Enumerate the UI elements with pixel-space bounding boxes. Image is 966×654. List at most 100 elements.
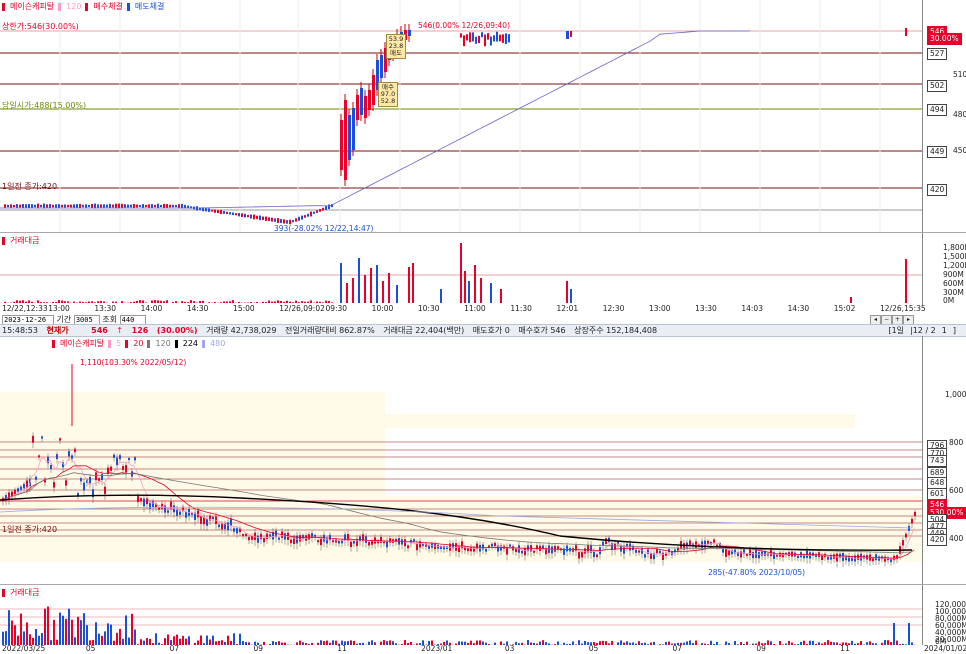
volume-bar: [163, 301, 165, 303]
candle: [227, 522, 229, 531]
volume-bar: [289, 301, 291, 303]
time-tick-label: 15:00: [233, 304, 255, 313]
candle: [761, 551, 763, 556]
volume-bar: [358, 258, 360, 303]
candle: [32, 435, 34, 443]
volume-bar: [85, 302, 87, 303]
volume-bar: [271, 301, 273, 303]
candle: [566, 31, 569, 39]
legend-swatch: [58, 2, 62, 11]
candle: [178, 204, 180, 208]
volume-bar: [58, 300, 60, 303]
candle: [274, 218, 276, 222]
candle: [491, 543, 493, 547]
candle: [109, 203, 111, 209]
candle: [359, 536, 361, 542]
daily-volume-panel[interactable]: 거래대금: [0, 584, 922, 645]
candle: [521, 550, 523, 554]
candle: [175, 204, 177, 208]
candle: [34, 204, 36, 208]
volume-bar: [160, 300, 162, 303]
candle: [284, 533, 286, 540]
daily-volume-legend: 거래대금: [2, 587, 39, 598]
candle: [566, 545, 568, 552]
candle: [725, 549, 727, 557]
candle: [266, 533, 268, 540]
candle: [551, 546, 553, 554]
legend-label: 메이슨캐피탈: [60, 339, 105, 348]
candle: [290, 539, 292, 544]
vol-axis-label: 600M: [943, 279, 964, 288]
volume-bar: [370, 268, 372, 303]
candle: [73, 204, 75, 208]
date-input[interactable]: [2, 314, 54, 325]
candle: [163, 203, 165, 209]
axis-label-480: 480: [953, 110, 966, 119]
candle: [104, 486, 106, 495]
volume-bar: [307, 301, 309, 303]
candle: [857, 554, 859, 560]
volume-bar: [112, 301, 114, 303]
volume-bar: [20, 613, 22, 645]
candle: [46, 204, 48, 208]
daily-time-axis: 2022/03/25 05 07 09 11 2023/01 03 05 07 09 11 2024/…: [0, 644, 966, 654]
candle: [58, 204, 60, 208]
time-tick-label: 11: [337, 644, 347, 653]
volume-ratio: 전일거래량대비 862.87%: [285, 326, 375, 335]
view-label: 조회: [102, 315, 118, 324]
candle: [122, 466, 124, 471]
candle: [127, 204, 129, 208]
volume-bar: [13, 301, 15, 303]
period-page-indicator[interactable]: [1일 |12 / 2 1]: [888, 325, 956, 336]
period-input[interactable]: [73, 314, 100, 325]
intraday-volume-legend: 거래대금: [2, 235, 39, 246]
volume-bar: [136, 300, 138, 303]
intraday-price-svg: [0, 0, 922, 232]
candle: [56, 454, 58, 460]
volume-bar: [286, 300, 288, 303]
candle: [80, 478, 82, 482]
axis-label-600: 600: [949, 486, 964, 495]
candle: [23, 483, 25, 489]
view-count-input[interactable]: [119, 314, 146, 325]
time-tick-label: 14:30: [186, 304, 209, 313]
candle: [25, 204, 27, 208]
volume-swatch: [2, 588, 5, 597]
open-price-label: 당일시가:488(15.00%): [2, 101, 87, 110]
volume-bar: [104, 631, 106, 645]
volume-bar: [95, 622, 97, 645]
page-total: 1: [941, 326, 947, 335]
candle: [140, 498, 142, 502]
intraday-chart[interactable]: [0, 0, 922, 232]
candle: [74, 448, 76, 453]
candle: [76, 204, 78, 208]
time-tick-label: 07: [169, 644, 180, 653]
candle: [353, 540, 355, 544]
volume-bar: [77, 616, 79, 645]
candle: [310, 211, 312, 217]
volume-bar: [16, 300, 18, 303]
volume-bar: [83, 613, 85, 645]
volume-bar: [340, 263, 342, 303]
candle: [260, 533, 262, 540]
candle: [295, 218, 297, 222]
candle: [110, 466, 112, 471]
volume-bar: [905, 259, 907, 303]
candle: [218, 524, 220, 528]
candle: [241, 213, 243, 217]
volume-bar: [125, 615, 127, 645]
candle: [38, 455, 40, 458]
candle: [232, 212, 234, 216]
time-tick-label: 11:30: [510, 304, 532, 313]
volume-bar: [364, 275, 366, 303]
daily-chart[interactable]: [0, 336, 922, 584]
candle: [142, 204, 144, 208]
current-price: 546: [91, 326, 108, 335]
candle: [490, 36, 492, 46]
volume-bar: [382, 281, 384, 303]
axis-label-400: 400: [949, 534, 964, 543]
candle: [229, 212, 231, 215]
candle: [59, 438, 61, 441]
intraday-volume-panel[interactable]: 거래대금: [0, 232, 922, 305]
candle: [416, 543, 418, 551]
